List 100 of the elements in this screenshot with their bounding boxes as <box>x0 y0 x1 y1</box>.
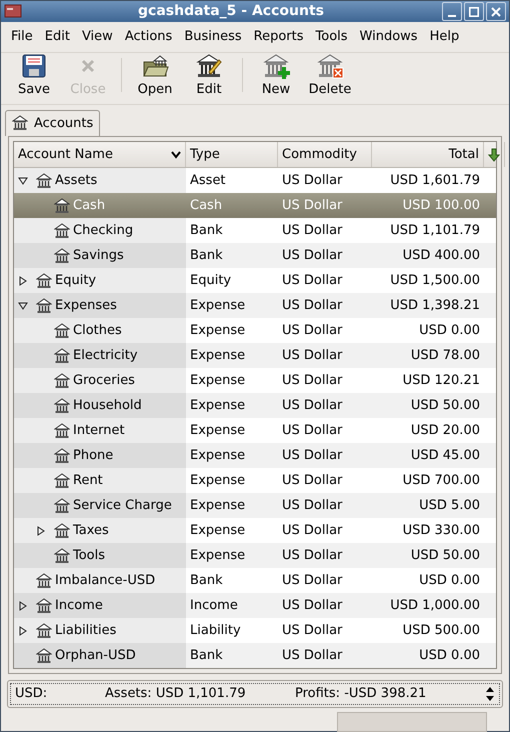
commodity: US Dollar <box>281 472 344 490</box>
account-type: Expense <box>189 346 246 365</box>
tree-row[interactable]: Orphan-USD Bank US Dollar USD 0.00 <box>14 643 496 668</box>
expander-icon[interactable] <box>18 300 28 310</box>
tree-row[interactable]: Expenses Expense US Dollar USD 1,398.21 <box>14 293 496 318</box>
bank-icon <box>36 298 52 314</box>
commodity: US Dollar <box>281 346 344 365</box>
bank-icon <box>12 115 28 132</box>
tree-row[interactable]: Electricity Expense US Dollar USD 78.00 <box>14 343 496 368</box>
window-title: gcashdata_5 - Accounts <box>137 2 325 21</box>
commodity: US Dollar <box>281 322 344 340</box>
commodity: US Dollar <box>281 222 344 240</box>
open-button[interactable]: Open <box>128 52 182 100</box>
spinner-icon[interactable] <box>485 686 495 702</box>
expander-icon[interactable] <box>18 176 28 186</box>
summary-assets-total: Assets: USD 1,101.79 <box>105 685 247 704</box>
account-total: USD 400.00 <box>402 246 481 265</box>
bank-icon <box>54 248 70 264</box>
menu-item[interactable]: Windows <box>354 25 424 48</box>
summary-currency-label: USD: <box>15 685 48 704</box>
account-total: USD 50.00 <box>410 396 481 415</box>
column-header[interactable]: Account Name <box>14 142 186 167</box>
tab[interactable]: Accounts <box>5 110 100 136</box>
save-button[interactable]: Save <box>7 52 61 100</box>
bank-icon <box>54 198 70 214</box>
tree-row[interactable]: Groceries Expense US Dollar USD 120.21 <box>14 368 496 393</box>
column-header[interactable]: Commodity <box>278 142 372 167</box>
new-button[interactable]: New <box>249 52 303 100</box>
delete-button[interactable]: Delete <box>303 52 357 100</box>
tree-row[interactable]: Phone Expense US Dollar USD 45.00 <box>14 443 496 468</box>
menu-item[interactable]: Edit <box>38 25 76 48</box>
account-total: USD 1,000.00 <box>389 596 481 615</box>
edit-button[interactable]: Edit <box>182 52 236 100</box>
commodity: US Dollar <box>281 396 344 415</box>
close-button[interactable] <box>486 2 506 21</box>
expander-icon[interactable] <box>36 526 46 536</box>
account-name: Income <box>55 596 103 615</box>
commodity: US Dollar <box>281 546 344 565</box>
menu-item[interactable]: Reports <box>248 25 310 48</box>
account-total: USD 20.00 <box>410 422 481 440</box>
expander-icon[interactable] <box>18 626 28 636</box>
account-type: Expense <box>189 372 246 390</box>
tree-row[interactable]: Checking Bank US Dollar USD 1,101.79 <box>14 218 496 243</box>
account-type: Expense <box>189 546 246 565</box>
tree-row[interactable]: Income Income US Dollar USD 1,000.00 <box>14 593 496 618</box>
tree-row[interactable]: Taxes Expense US Dollar USD 330.00 <box>14 518 496 543</box>
column-header[interactable]: Total <box>372 142 484 167</box>
column-header[interactable]: Type <box>186 142 278 167</box>
account-type: Bank <box>189 572 224 590</box>
account-type: Expense <box>189 422 246 440</box>
close-icon <box>491 6 501 16</box>
bank-icon <box>54 372 70 388</box>
commodity: US Dollar <box>281 646 344 665</box>
maximize-button[interactable] <box>464 2 484 21</box>
account-name: Equity <box>55 272 96 290</box>
expander-icon[interactable] <box>18 276 28 286</box>
account-name: Clothes <box>73 322 122 340</box>
expander-icon[interactable] <box>18 600 28 610</box>
minimize-button[interactable] <box>442 2 462 21</box>
tree-row[interactable]: Liabilities Liability US Dollar USD 500.00 <box>14 618 496 643</box>
bank-icon <box>54 548 70 564</box>
menu-item[interactable]: Help <box>424 25 466 48</box>
tree-row[interactable]: Rent Expense US Dollar USD 700.00 <box>14 468 496 493</box>
tree-row[interactable]: Savings Bank US Dollar USD 400.00 <box>14 243 496 268</box>
menu-item[interactable]: View <box>76 25 119 48</box>
bank-icon <box>54 222 70 238</box>
commodity: US Dollar <box>281 446 344 465</box>
account-total: USD 330.00 <box>402 522 481 540</box>
account-total: USD 1,398.21 <box>389 296 481 315</box>
menu-item[interactable]: Business <box>178 25 248 48</box>
menu-item[interactable]: Actions <box>118 25 178 48</box>
account-type: Equity <box>189 272 232 290</box>
summary-bar[interactable]: USD: Assets: USD 1,101.79 Profits: -USD 398.21 <box>7 680 503 708</box>
bank-icon <box>36 572 52 588</box>
account-name: Taxes <box>73 522 109 540</box>
account-name: Internet <box>73 422 125 440</box>
menu-item[interactable]: Tools <box>310 25 354 48</box>
tree-row[interactable]: Tools Expense US Dollar USD 50.00 <box>14 543 496 568</box>
tree-row[interactable]: Equity Equity US Dollar USD 1,500.00 <box>14 268 496 293</box>
account-name: Savings <box>73 246 124 265</box>
maximize-icon <box>469 6 479 16</box>
bank-icon <box>36 172 52 188</box>
tree-row[interactable]: Internet Expense US Dollar USD 20.00 <box>14 418 496 443</box>
account-type: Expense <box>189 472 246 490</box>
account-total: USD 100.00 <box>402 196 481 215</box>
account-total: USD 5.00 <box>418 496 481 515</box>
commodity: US Dollar <box>281 296 344 315</box>
account-type: Expense <box>189 396 246 415</box>
account-name: Tools <box>73 546 106 565</box>
tree-row[interactable]: Assets Asset US Dollar USD 1,601.79 <box>14 168 496 193</box>
commodity: US Dollar <box>281 246 344 265</box>
account-total: USD 0.00 <box>418 572 481 590</box>
tree-row[interactable]: Clothes Expense US Dollar USD 0.00 <box>14 318 496 343</box>
tree-row[interactable]: Service Charge Expense US Dollar USD 5.00 <box>14 493 496 518</box>
bank-icon <box>54 322 70 338</box>
account-type: Expense <box>189 322 246 340</box>
account-total: USD 50.00 <box>410 546 481 565</box>
menu-item[interactable]: File <box>5 25 39 48</box>
tree-row[interactable]: Household Expense US Dollar USD 50.00 <box>14 393 496 418</box>
tree-row[interactable]: Imbalance-USD Bank US Dollar USD 0.00 <box>14 568 496 593</box>
